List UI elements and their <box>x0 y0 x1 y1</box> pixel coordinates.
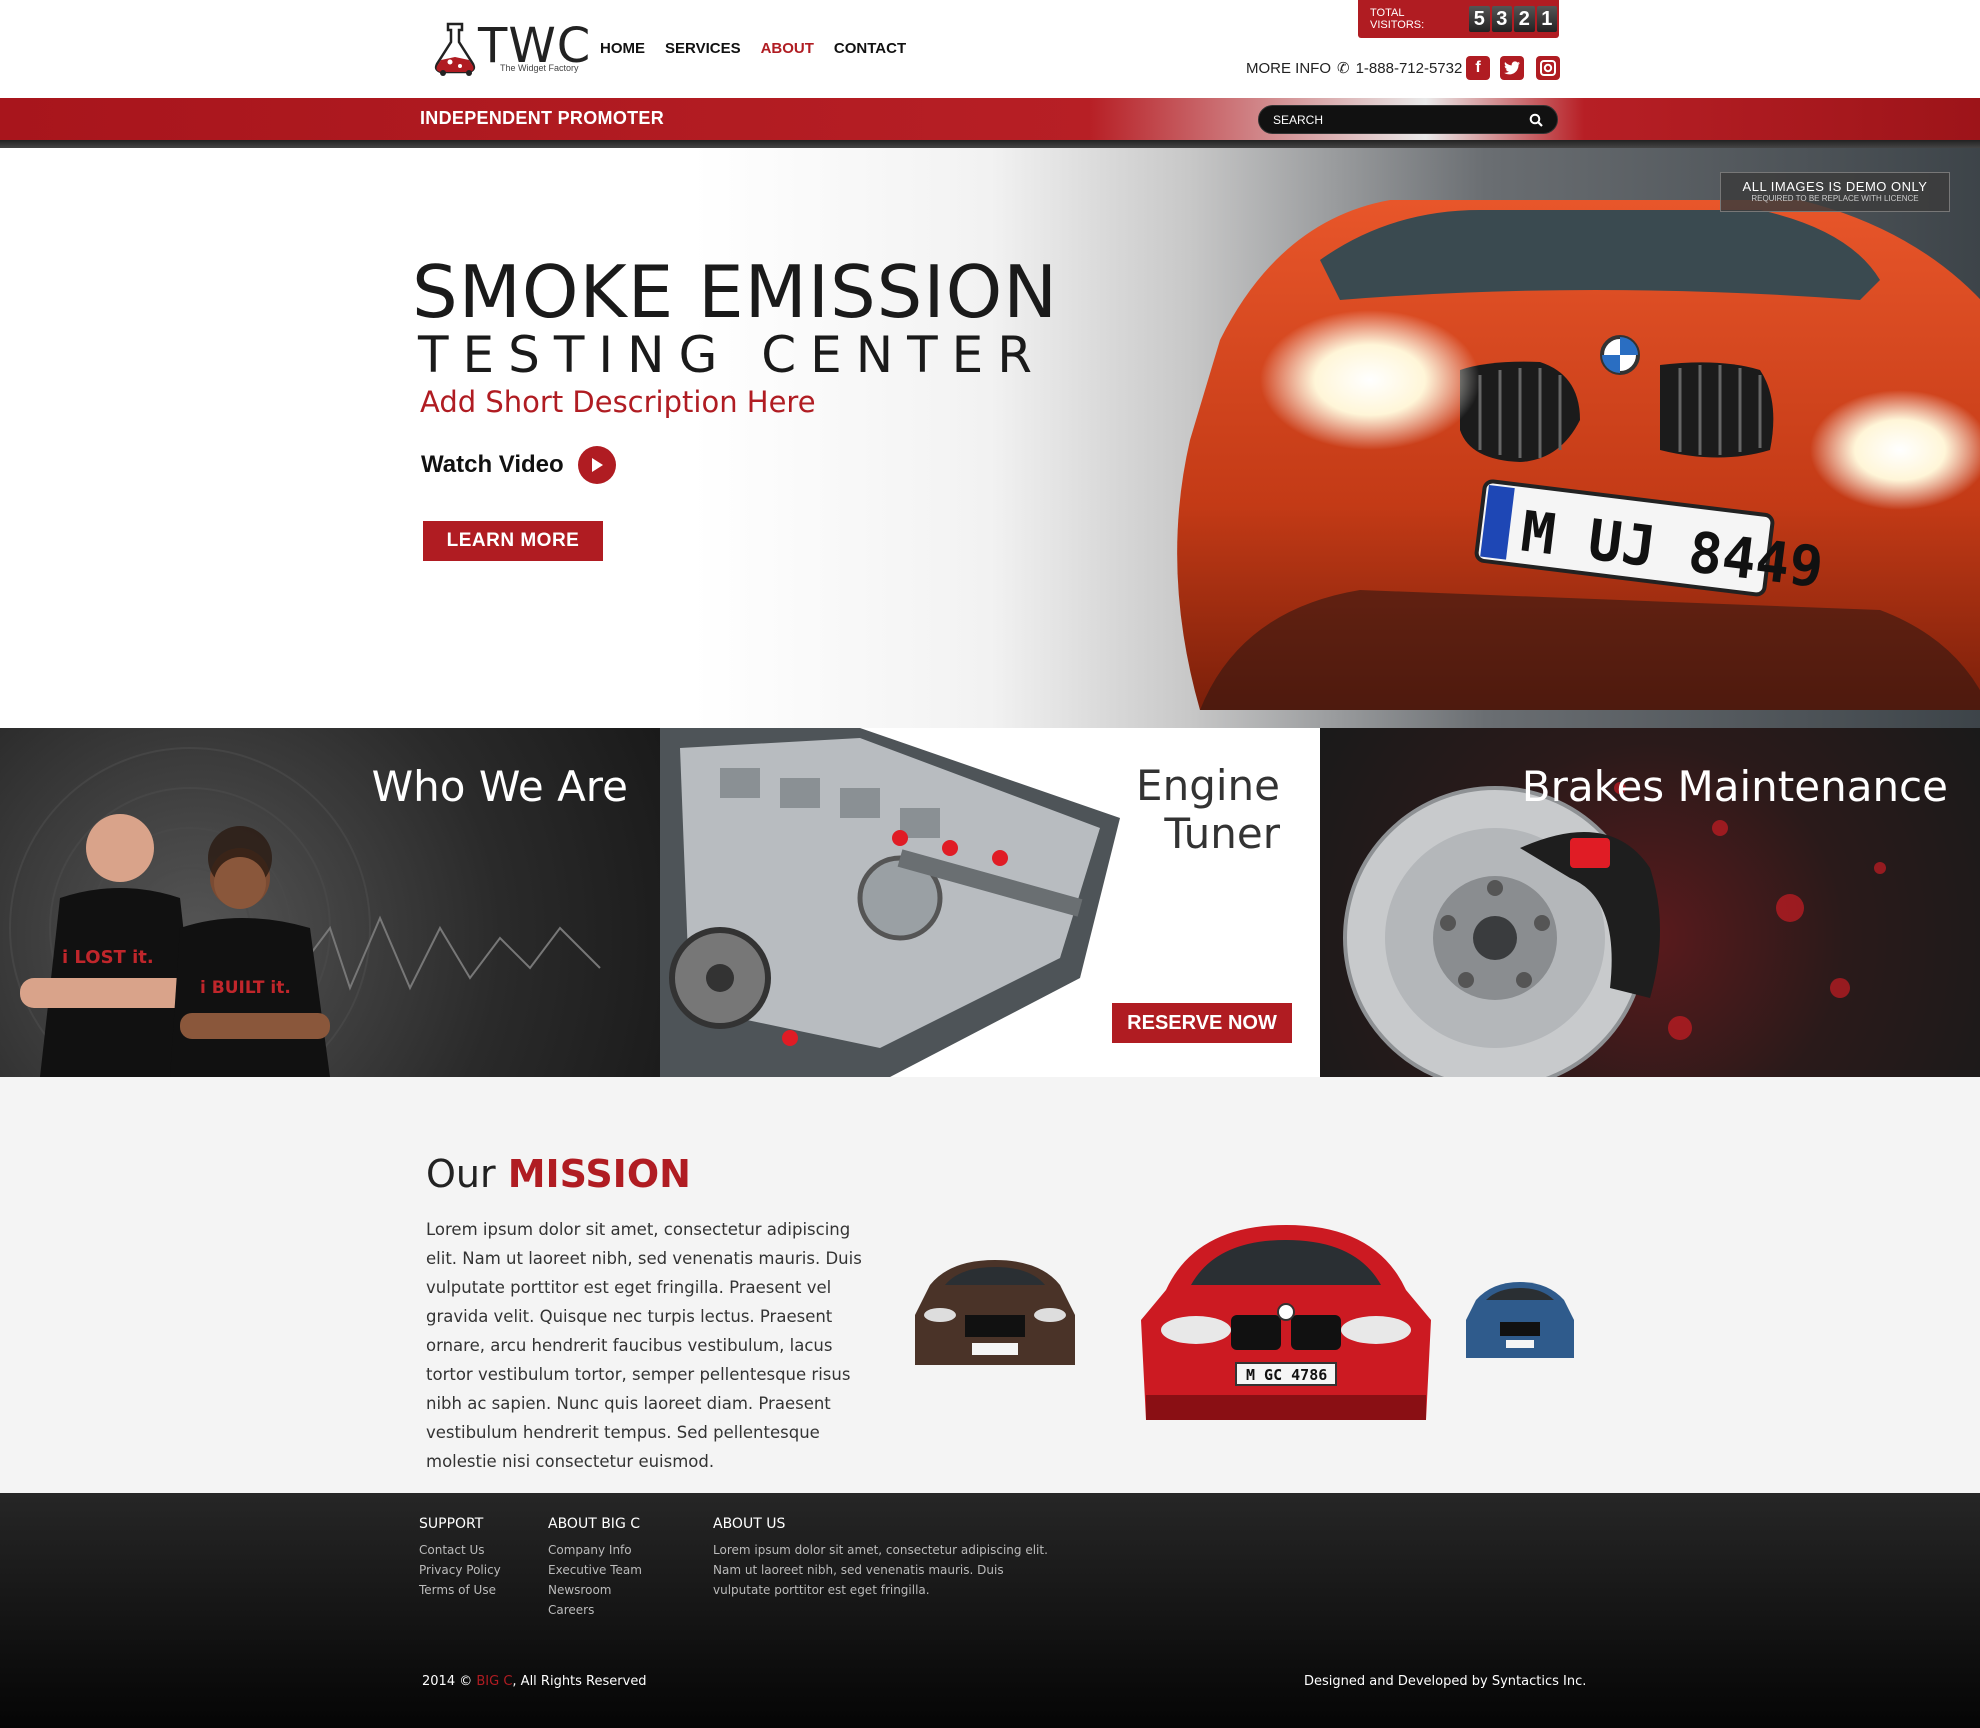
demo-notice-line1: ALL IMAGES IS DEMO ONLY <box>1742 179 1928 194</box>
engine-title-line1: Engine <box>1136 761 1280 810</box>
twitter-icon[interactable] <box>1500 56 1524 80</box>
search-icon[interactable] <box>1529 113 1543 127</box>
footer-link[interactable]: Privacy Policy <box>419 1560 501 1580</box>
footer-link[interactable]: Executive Team <box>548 1560 642 1580</box>
hero-car-image: M UJ 8449 <box>1177 200 1980 710</box>
visitor-digit: 1 <box>1536 6 1557 32</box>
promo-bar <box>0 98 1980 140</box>
mission-title: Our MISSION <box>426 1152 691 1196</box>
phone-number[interactable]: 1-888-712-5732 <box>1356 60 1463 77</box>
nav-services[interactable]: SERVICES <box>665 40 741 57</box>
watch-video-label: Watch Video <box>421 451 564 478</box>
contact-info: MORE INFO ✆ 1-888-712-5732 <box>1246 59 1463 78</box>
visitor-counter-label: TOTAL VISITORS: <box>1370 7 1425 31</box>
footer-link[interactable]: Careers <box>548 1600 642 1620</box>
blue-car-image <box>1466 1282 1574 1358</box>
twitter-bird-icon <box>1504 61 1520 75</box>
visitor-digit: 5 <box>1469 6 1490 32</box>
hero-title: SMOKE EMISSION <box>412 250 1059 334</box>
footer-about-us: ABOUT US Lorem ipsum dolor sit amet, con… <box>713 1516 1048 1600</box>
more-info-label: MORE INFO <box>1246 59 1331 77</box>
svg-text:i BUILT it.: i BUILT it. <box>200 978 291 998</box>
red-car-image: M GC 4786 <box>1141 1225 1431 1420</box>
footer-link[interactable]: Terms of Use <box>419 1580 501 1600</box>
nav-contact[interactable]: CONTACT <box>834 40 906 57</box>
hero-subtitle: TESTING CENTER <box>418 326 1046 384</box>
engine-title-line2: Tuner <box>1164 809 1280 858</box>
search-box[interactable]: SEARCH <box>1258 105 1558 134</box>
footer-support-title: SUPPORT <box>419 1516 484 1532</box>
brown-car-image <box>915 1260 1075 1365</box>
brakes-title: Brakes Maintenance <box>1521 762 1948 811</box>
play-triangle-icon <box>591 458 603 472</box>
footer-about-big-title: ABOUT BIG C <box>548 1516 641 1532</box>
mission-title-emphasis: MISSION <box>507 1152 691 1196</box>
search-input[interactable]: SEARCH <box>1273 113 1323 127</box>
play-icon[interactable] <box>577 446 616 484</box>
visitor-digit: 2 <box>1514 6 1535 32</box>
panel-who-we-are[interactable]: i LOST it. i BUILT it. Who We Are <box>0 728 660 1077</box>
developer-credit: Designed and Developed by Syntactics Inc… <box>1304 1674 1587 1689</box>
camera-icon <box>1540 60 1556 76</box>
svg-text:i LOST it.: i LOST it. <box>62 947 154 968</box>
promoter-label: INDEPENDENT PROMOTER <box>420 108 665 128</box>
footer-about-big: ABOUT BIG C Company Info Executive Team … <box>548 1516 642 1620</box>
car-plate: M GC 4786 <box>1246 1366 1327 1384</box>
phone-icon: ✆ <box>1337 60 1350 77</box>
copyright-year: 2014 © <box>422 1674 477 1689</box>
nav-home[interactable]: HOME <box>600 40 645 57</box>
footer-link[interactable]: Newsroom <box>548 1580 642 1600</box>
copyright-brand[interactable]: BIG C <box>476 1674 512 1689</box>
bar-divider <box>0 140 1980 148</box>
instagram-icon[interactable] <box>1536 56 1560 80</box>
footer-support: SUPPORT Contact Us Privacy Policy Terms … <box>419 1516 501 1600</box>
watch-video-link[interactable]: Watch Video <box>421 446 616 484</box>
visitor-counter: TOTAL VISITORS: 5 3 2 1 <box>1358 0 1559 38</box>
facebook-icon[interactable]: f <box>1466 56 1490 80</box>
flask-logo-icon <box>434 22 476 76</box>
who-we-are-title: Who We Are <box>371 762 628 811</box>
nav-about[interactable]: ABOUT <box>761 40 814 57</box>
copyright-rights: , All Rights Reserved <box>512 1674 647 1689</box>
footer-link[interactable]: Company Info <box>548 1540 642 1560</box>
mission-text: Lorem ipsum dolor sit amet, consectetur … <box>426 1220 862 1471</box>
learn-more-button[interactable]: LEARN MORE <box>423 521 603 561</box>
logo-tagline: The Widget Factory <box>500 63 579 73</box>
demo-notice-line2: REQUIRED TO BE REPLACE WITH LICENCE <box>1751 194 1919 203</box>
mission-title-prefix: Our <box>426 1152 508 1196</box>
copyright: 2014 © BIG C, All Rights Reserved <box>422 1674 647 1689</box>
main-nav: HOME SERVICES ABOUT CONTACT <box>600 40 926 57</box>
panel-brakes-maintenance[interactable]: Brakes Maintenance <box>1320 728 1980 1077</box>
demo-notice-badge: ALL IMAGES IS DEMO ONLY REQUIRED TO BE R… <box>1720 172 1950 212</box>
footer-about-us-title: ABOUT US <box>713 1516 786 1532</box>
footer-link[interactable]: Contact Us <box>419 1540 501 1560</box>
visitor-digit: 3 <box>1491 6 1513 32</box>
hero-description: Add Short Description Here <box>420 385 816 419</box>
footer-about-us-text: Lorem ipsum dolor sit amet, consectetur … <box>713 1543 1048 1597</box>
reserve-now-button[interactable]: RESERVE NOW <box>1112 1003 1292 1043</box>
